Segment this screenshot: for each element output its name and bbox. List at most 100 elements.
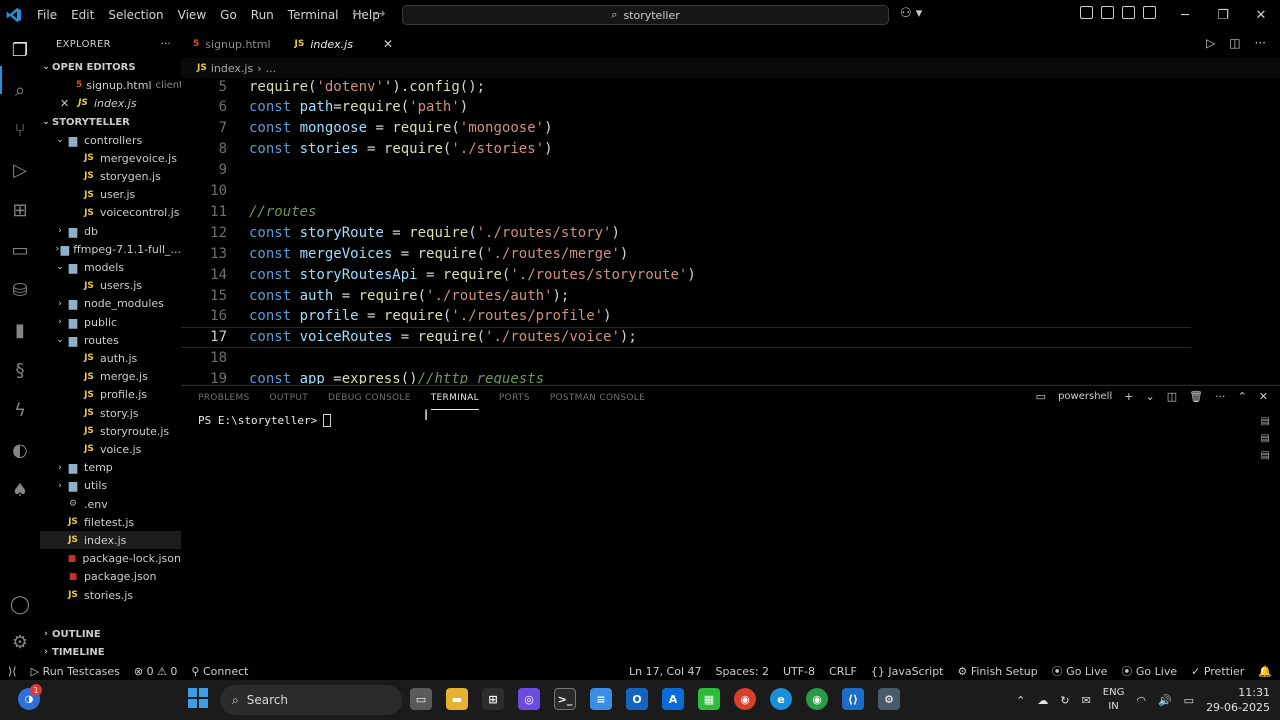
tab-problems[interactable]: PROBLEMS — [198, 386, 250, 410]
code-line[interactable]: 16 const profile = require('./routes/prof… — [181, 306, 1191, 327]
code-line[interactable]: 17 const voiceRoutes = require('./routes/… — [181, 326, 1191, 348]
tray-app-icon[interactable]: ☁ — [1037, 694, 1048, 707]
chrome-icon[interactable]: ◉ — [734, 688, 756, 710]
start-button[interactable] — [188, 688, 208, 708]
close-icon[interactable]: ✕ — [60, 97, 76, 110]
store-icon[interactable]: ⊞ — [482, 688, 504, 710]
forward-arrow-icon[interactable]: → — [374, 6, 386, 22]
settings-app-icon[interactable]: ⚙ — [878, 688, 900, 710]
menu-go[interactable]: Go — [213, 0, 244, 30]
code-line[interactable]: 6 const path=require('path') — [181, 97, 1191, 118]
code-line[interactable]: 7 const mongoose = require('mongoose') — [181, 118, 1191, 139]
code-line[interactable]: 11 //routes — [181, 201, 1191, 222]
maximize-panel-icon[interactable]: ⌃ — [1238, 390, 1247, 403]
copilot-app-icon[interactable]: ◎ — [518, 688, 540, 710]
prettier-button[interactable]: ✓ Prettier — [1191, 665, 1244, 678]
file-stories-js[interactable]: JS stories.js — [40, 586, 181, 604]
xbox-icon[interactable]: ▦ — [698, 688, 720, 710]
file-storygen-js[interactable]: JS storygen.js — [40, 167, 181, 185]
file-storyroute-js[interactable]: JS storyroute.js — [40, 422, 181, 440]
outline-section[interactable]: › OUTLINE — [40, 625, 181, 643]
restore-icon[interactable]: ❐ — [1204, 0, 1242, 30]
file-index-js[interactable]: JS index.js — [40, 531, 181, 550]
remote-icon[interactable]: ⟩⟨ — [8, 665, 17, 678]
code-line[interactable]: 15 const auth = require('./routes/auth'); — [181, 285, 1191, 306]
chevron-down-icon[interactable]: ⌄ — [1145, 390, 1154, 403]
outlook-icon[interactable]: O — [626, 688, 648, 710]
language-mode[interactable]: {} JavaScript — [871, 665, 944, 678]
tab-ports[interactable]: PORTS — [499, 386, 530, 410]
indentation[interactable]: Spaces: 2 — [716, 665, 769, 678]
search-icon[interactable]: ⌕ — [8, 78, 32, 102]
file-filetest-js[interactable]: JS filetest.js — [40, 513, 181, 531]
more-actions-icon[interactable]: ··· — [1255, 36, 1266, 50]
trash-icon[interactable]: 🗑 — [1189, 390, 1203, 403]
finish-setup-button[interactable]: ⚙ Finish Setup — [957, 665, 1037, 678]
folder-public[interactable]: › ▆ public — [40, 313, 181, 331]
file-env[interactable]: ⚙ .env — [40, 495, 181, 513]
menu-selection[interactable]: Selection — [101, 0, 170, 30]
go-live-button[interactable]: ⦿ Go Live — [1052, 663, 1108, 679]
edge-icon[interactable]: e — [770, 688, 792, 710]
taskbar-search[interactable]: ⌕ Search — [220, 685, 402, 715]
terminal-instance-icon[interactable]: ▤ — [1261, 450, 1270, 461]
folder-controllers[interactable]: ⌄ ▆ controllers — [40, 131, 181, 149]
cursor-position[interactable]: Ln 17, Col 47 — [629, 665, 702, 678]
open-editor-item[interactable]: ✕ JS index.js — [40, 94, 181, 112]
close-panel-icon[interactable]: ✕ — [1259, 390, 1268, 403]
extensions-icon[interactable]: ⊞ — [8, 198, 32, 222]
tab-output[interactable]: OUTPUT — [270, 386, 308, 410]
folder-db[interactable]: › ▆ db — [40, 222, 181, 240]
new-terminal-icon[interactable]: + — [1124, 390, 1133, 403]
open-editors-section[interactable]: ⌄ OPEN EDITORS — [40, 58, 181, 76]
source-control-icon[interactable]: ⑂ — [8, 118, 32, 142]
split-terminal-icon[interactable]: ◫ — [1167, 390, 1177, 403]
file-profile-js[interactable]: JS profile.js — [40, 386, 181, 404]
file-users-js[interactable]: JS users.js — [40, 277, 181, 295]
folder-routes[interactable]: ⌄ ▆ routes — [40, 331, 181, 349]
run-debug-icon[interactable]: ▷ — [8, 158, 32, 182]
back-arrow-icon[interactable]: ← — [352, 6, 364, 22]
more-actions-icon[interactable]: ··· — [1215, 390, 1226, 403]
notifications-bell-icon[interactable]: 🔔 — [1258, 665, 1272, 678]
azure-data-studio-icon[interactable]: A — [662, 688, 684, 710]
wifi-icon[interactable]: ◠ — [1136, 694, 1146, 707]
code-line[interactable]: 5 require('dotenv'').config(); — [181, 78, 1191, 97]
file-package-lock-json[interactable]: ■ package-lock.json — [40, 550, 181, 568]
file-mergevoice-js[interactable]: JS mergevoice.js — [40, 149, 181, 167]
folder-temp[interactable]: › ▆ temp — [40, 459, 181, 477]
close-window-icon[interactable]: ✕ — [1242, 0, 1280, 30]
open-editor-item[interactable]: 5 signup.html client — [40, 76, 181, 94]
timeline-section[interactable]: › TIMELINE — [40, 643, 181, 661]
toggle-panel-icon[interactable] — [1122, 6, 1135, 19]
remote-explorer-icon[interactable]: ▭ — [8, 238, 32, 262]
breadcrumb-file[interactable]: index.js — [211, 62, 253, 75]
tab-postman-console[interactable]: POSTMAN CONSOLE — [550, 386, 645, 410]
code-line[interactable]: 12 const storyRoute = require('./routes/s… — [181, 222, 1191, 243]
code-editor[interactable]: 5 require('dotenv'').config(); 6 const path… — [181, 78, 1280, 384]
file-user-js[interactable]: JS user.js — [40, 186, 181, 204]
go-live-button[interactable]: ⦿ Go Live — [1121, 663, 1177, 679]
mail-icon[interactable]: ✉ — [1082, 694, 1091, 707]
file-merge-js[interactable]: JS merge.js — [40, 368, 181, 386]
battery-icon[interactable]: ▭ — [1184, 694, 1194, 707]
menu-view[interactable]: View — [171, 0, 213, 30]
menu-run[interactable]: Run — [244, 0, 281, 30]
docker-icon[interactable]: ◐ — [8, 438, 32, 462]
folder-node-modules[interactable]: › ▆ node_modules — [40, 295, 181, 313]
volume-icon[interactable]: 🔊 — [1158, 694, 1172, 707]
language-indicator[interactable]: ENG IN — [1103, 686, 1125, 714]
file-auth-js[interactable]: JS auth.js — [40, 349, 181, 367]
folder-utils[interactable]: › ▆ utils — [40, 477, 181, 495]
account-icon[interactable]: ◯ — [8, 592, 32, 616]
problems-status[interactable]: ⊗ 0 ⚠ 0 — [134, 665, 178, 678]
settings-gear-icon[interactable]: ⚙ — [8, 630, 32, 654]
tab-index-js[interactable]: JS index.js ✕ — [283, 30, 405, 58]
project-section[interactable]: ⌄ STORYTELLER — [40, 113, 181, 131]
code-line[interactable]: 9 — [181, 160, 1191, 181]
code-line[interactable]: 14 const storyRoutesApi = require('./rout… — [181, 264, 1191, 285]
breadcrumb-more[interactable]: ... — [266, 62, 277, 75]
run-testcases-button[interactable]: ▷ Run Testcases — [31, 665, 120, 678]
customize-layout-icon[interactable] — [1080, 6, 1093, 19]
show-hidden-icons-icon[interactable]: ⌃ — [1016, 694, 1025, 707]
